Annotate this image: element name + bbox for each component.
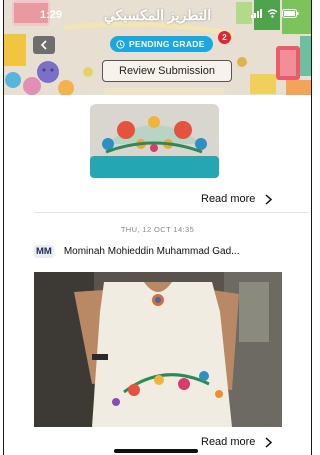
read-more-label: Read more [201, 436, 256, 448]
signal-icon [251, 9, 262, 18]
pending-grade-label: PENDING GRADE [129, 39, 205, 49]
review-submission-button[interactable]: Review Submission [102, 60, 232, 82]
avatar: MM [34, 245, 54, 258]
battery-icon [282, 9, 299, 18]
chevron-left-icon [40, 40, 47, 50]
status-icons [251, 9, 299, 18]
chevron-right-icon [265, 436, 273, 448]
phone-screen: 1:29 التطريز المكسيكي PENDING GRADE 2 Re… [3, 0, 312, 455]
read-more-label: Read more [201, 193, 256, 205]
chevron-right-icon [265, 193, 273, 205]
post-divider [34, 212, 308, 213]
header-banner: 1:29 التطريز المكسيكي PENDING GRADE 2 Re… [4, 0, 311, 95]
post-date: THU, 12 OCT 14:35 [120, 225, 195, 234]
home-indicator[interactable] [114, 449, 198, 453]
back-button[interactable] [33, 36, 55, 54]
clock-icon [116, 39, 125, 49]
notification-badge: 2 [218, 31, 231, 44]
read-more-link[interactable]: Read more [201, 436, 273, 448]
pending-grade-pill: PENDING GRADE [110, 36, 213, 52]
status-bar: 1:29 التطريز المكسيكي [4, 6, 311, 26]
wifi-icon [267, 9, 278, 18]
post-image-pillow[interactable] [86, 100, 223, 182]
post-author-row[interactable]: MM Mominah Mohieddin Muhammad Gad... [34, 245, 239, 258]
read-more-link[interactable]: Read more [201, 193, 273, 205]
post-image-blouse[interactable] [34, 272, 282, 427]
author-name: Mominah Mohieddin Muhammad Gad... [63, 246, 240, 257]
